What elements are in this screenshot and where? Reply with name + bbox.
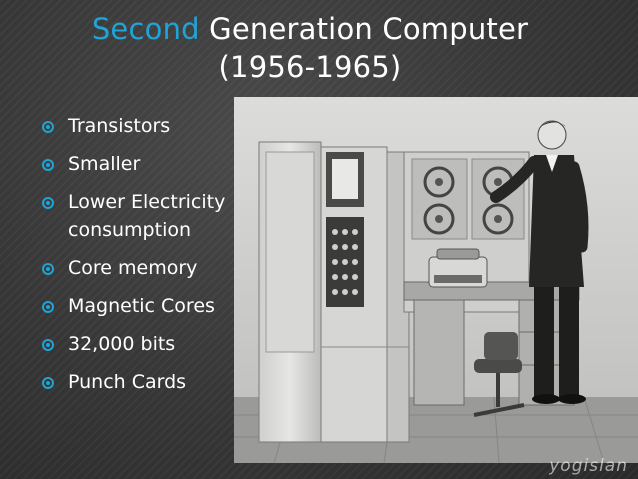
bullet-text: Magnetic Cores bbox=[68, 295, 215, 317]
bullet-item: Smaller bbox=[28, 150, 233, 178]
bullet-icon bbox=[42, 377, 54, 389]
bullet-text: Punch Cards bbox=[68, 371, 187, 393]
bullet-icon bbox=[42, 263, 54, 275]
bullet-item: Punch Cards bbox=[28, 368, 233, 396]
bullet-item: Transistors bbox=[28, 112, 233, 140]
bullet-text: Lower Electricity consumption bbox=[68, 191, 226, 241]
bullet-text: Core memory bbox=[68, 257, 198, 279]
bullet-icon bbox=[42, 301, 54, 313]
bullet-item: Lower Electricity consumption bbox=[28, 188, 233, 244]
slide-title: Second Generation Computer (1956-1965) bbox=[0, 10, 620, 86]
bullet-icon bbox=[42, 121, 54, 133]
bullet-text: Smaller bbox=[68, 153, 141, 175]
bullet-item: Magnetic Cores bbox=[28, 292, 233, 320]
computer-photo bbox=[234, 97, 638, 463]
bullet-text: 32,000 bits bbox=[68, 333, 176, 355]
computer-photo-illustration bbox=[234, 97, 638, 463]
title-line-1: Second Generation Computer bbox=[0, 10, 620, 48]
title-rest: Generation Computer bbox=[199, 12, 529, 46]
title-accent: Second bbox=[91, 12, 200, 46]
bullet-icon bbox=[42, 339, 54, 351]
bullet-item: Core memory bbox=[28, 254, 233, 282]
bullet-list: Transistors Smaller Lower Electricity co… bbox=[28, 112, 233, 406]
bullet-icon bbox=[42, 159, 54, 171]
title-line-2: (1956-1965) bbox=[218, 50, 402, 84]
bullet-text: Transistors bbox=[68, 115, 171, 137]
bullet-item: 32,000 bits bbox=[28, 330, 233, 358]
watermark-text: yogislan bbox=[549, 456, 628, 476]
bullet-icon bbox=[42, 197, 54, 209]
